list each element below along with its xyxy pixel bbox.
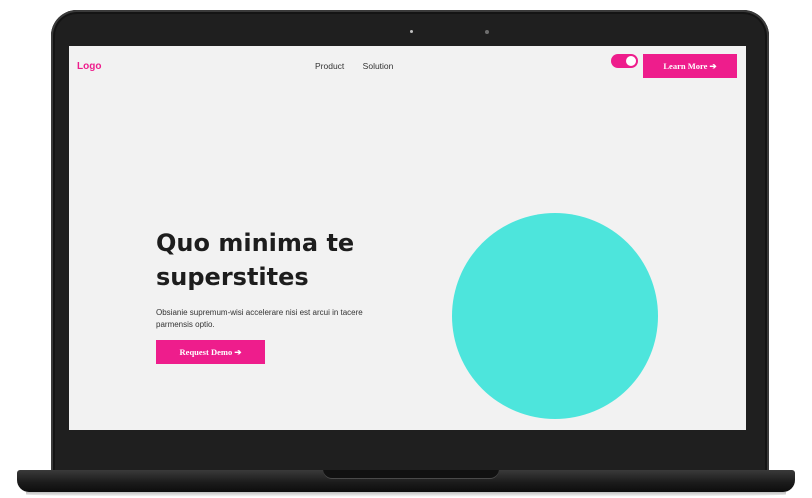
sensor-dot <box>410 30 413 33</box>
webcam-icon <box>485 30 489 34</box>
laptop-opening-notch <box>323 470 499 479</box>
laptop-screen: Logo Product Solution Learn More ➔ Quo m… <box>69 46 746 430</box>
learn-more-button[interactable]: Learn More ➔ <box>643 54 737 78</box>
hero-title: Quo minima te superstites <box>156 229 355 291</box>
hero-circle-graphic <box>452 213 658 419</box>
request-demo-button[interactable]: Request Demo ➔ <box>156 340 265 364</box>
logo[interactable]: Logo <box>77 61 101 72</box>
theme-toggle[interactable] <box>611 54 638 68</box>
top-nav: Product Solution <box>315 61 409 71</box>
nav-item-solution[interactable]: Solution <box>363 61 394 71</box>
hero-description: Obsianie supremum-wisi accelerare nisi e… <box>156 308 363 329</box>
laptop-shadow <box>26 492 786 497</box>
toggle-knob <box>626 56 636 66</box>
nav-item-product[interactable]: Product <box>315 61 344 71</box>
